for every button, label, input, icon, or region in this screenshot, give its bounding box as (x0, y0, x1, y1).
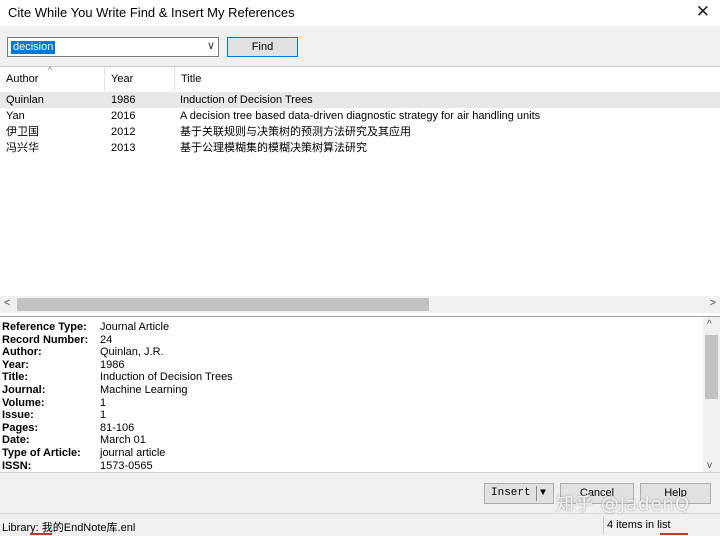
help-button[interactable]: Help (640, 483, 711, 504)
insert-button[interactable]: Insert ▼ (484, 483, 554, 504)
detail-label: Journal: (2, 384, 46, 396)
split-divider (536, 486, 537, 501)
cell-author: Yan (6, 110, 25, 122)
detail-label: Title: (2, 371, 29, 384)
detail-label: Reference Type: (2, 321, 87, 333)
cell-title: 基于关联规则与决策树的预测方法研究及其应用 (180, 126, 411, 138)
decorative-line (660, 533, 688, 535)
cell-title: A decision tree based data-driven diagno… (180, 110, 541, 122)
table-row[interactable]: Quinlan 1986 Induction of Decision Trees (0, 92, 720, 108)
detail-label: Volume: (2, 396, 45, 409)
detail-value: Quinlan, J.R. (100, 346, 164, 359)
detail-label: Record Number: (2, 333, 89, 346)
column-header-title[interactable]: Title (175, 67, 720, 91)
detail-value: Machine Learning (100, 384, 188, 396)
scroll-up-icon[interactable]: ^ (707, 319, 712, 330)
column-header-year[interactable]: Year (105, 67, 175, 91)
cell-title: Induction of Decision Trees (180, 94, 313, 106)
insert-button-label: Insert (491, 487, 531, 499)
decorative-line (30, 533, 52, 535)
search-bar: decision ∨ Find (0, 26, 720, 66)
detail-value: 1 (100, 409, 107, 422)
dropdown-arrow-icon[interactable]: ▼ (540, 484, 546, 503)
scroll-down-icon[interactable]: v (707, 460, 712, 471)
detail-label: Type of Article: (2, 447, 81, 459)
detail-label: Pages: (2, 421, 39, 434)
cell-year: 2012 (111, 126, 136, 138)
detail-value: 1986 (100, 358, 125, 371)
column-header-author-label: Author (6, 73, 39, 85)
cell-author: 伊卫国 (6, 126, 39, 138)
column-header-author[interactable]: Author ^ (0, 65, 105, 91)
find-button[interactable]: Find (227, 37, 298, 57)
detail-label: Issue: (2, 409, 34, 422)
detail-value: 1 (100, 396, 107, 409)
cell-year: 1986 (111, 94, 136, 106)
table-row[interactable]: 冯兴华 2013 基于公理模糊集的模糊决策树算法研究 (0, 140, 720, 156)
status-bar: Library: 我的EndNote库.enl 4 items in list (0, 513, 720, 536)
detail-value: 24 (100, 333, 113, 346)
search-input-value[interactable]: decision (11, 41, 56, 54)
cell-year: 2016 (111, 110, 136, 122)
column-header-year-label: Year (111, 73, 134, 85)
reference-list: Author ^ Year Title Quinlan 1986 Inducti… (0, 65, 720, 314)
detail-value: Journal Article (100, 321, 170, 333)
title-bar: Cite While You Write Find & Insert My Re… (0, 0, 720, 26)
vertical-scrollbar[interactable]: ^ v (703, 317, 720, 473)
table-row[interactable]: 伊卫国 2012 基于关联规则与决策树的预测方法研究及其应用 (0, 124, 720, 140)
table-row[interactable]: Yan 2016 A decision tree based data-driv… (0, 108, 720, 124)
chevron-down-icon[interactable]: ∨ (207, 39, 215, 52)
detail-value: journal article (100, 447, 166, 459)
button-bar: Insert ▼ Cancel Help Library: 我的EndNote库… (0, 472, 720, 536)
item-count: 4 items in list (607, 519, 671, 531)
status-divider (603, 516, 604, 534)
horizontal-scrollbar[interactable]: < > (0, 296, 720, 313)
cancel-button[interactable]: Cancel (560, 483, 634, 504)
column-header-title-label: Title (181, 73, 202, 85)
sort-ascending-icon: ^ (48, 65, 53, 75)
cell-title: 基于公理模糊集的模糊决策树算法研究 (180, 142, 367, 154)
scroll-left-icon[interactable]: < (4, 297, 10, 309)
library-name: Library: 我的EndNote库.enl (2, 522, 136, 534)
detail-value: Induction of Decision Trees (100, 371, 233, 384)
cell-year: 2013 (111, 142, 136, 154)
detail-label: Year: (2, 358, 29, 371)
detail-label: Date: (2, 434, 30, 447)
close-icon[interactable]: ✕ (696, 2, 710, 22)
detail-value: 81-106 (100, 421, 135, 434)
cell-author: Quinlan (6, 94, 44, 106)
detail-value: March 01 (100, 434, 146, 447)
scrollbar-thumb[interactable] (17, 298, 429, 311)
detail-value: 1573-0565 (100, 459, 153, 472)
detail-label: Author: (2, 346, 42, 359)
scrollbar-thumb[interactable] (705, 335, 718, 399)
search-input[interactable]: decision ∨ (7, 37, 219, 57)
reference-detail-pane: Reference Type: Journal Article Record N… (0, 316, 720, 473)
detail-label: ISSN: (2, 459, 32, 472)
cell-author: 冯兴华 (6, 142, 39, 154)
scroll-right-icon[interactable]: > (710, 297, 716, 309)
window-title: Cite While You Write Find & Insert My Re… (8, 5, 295, 20)
